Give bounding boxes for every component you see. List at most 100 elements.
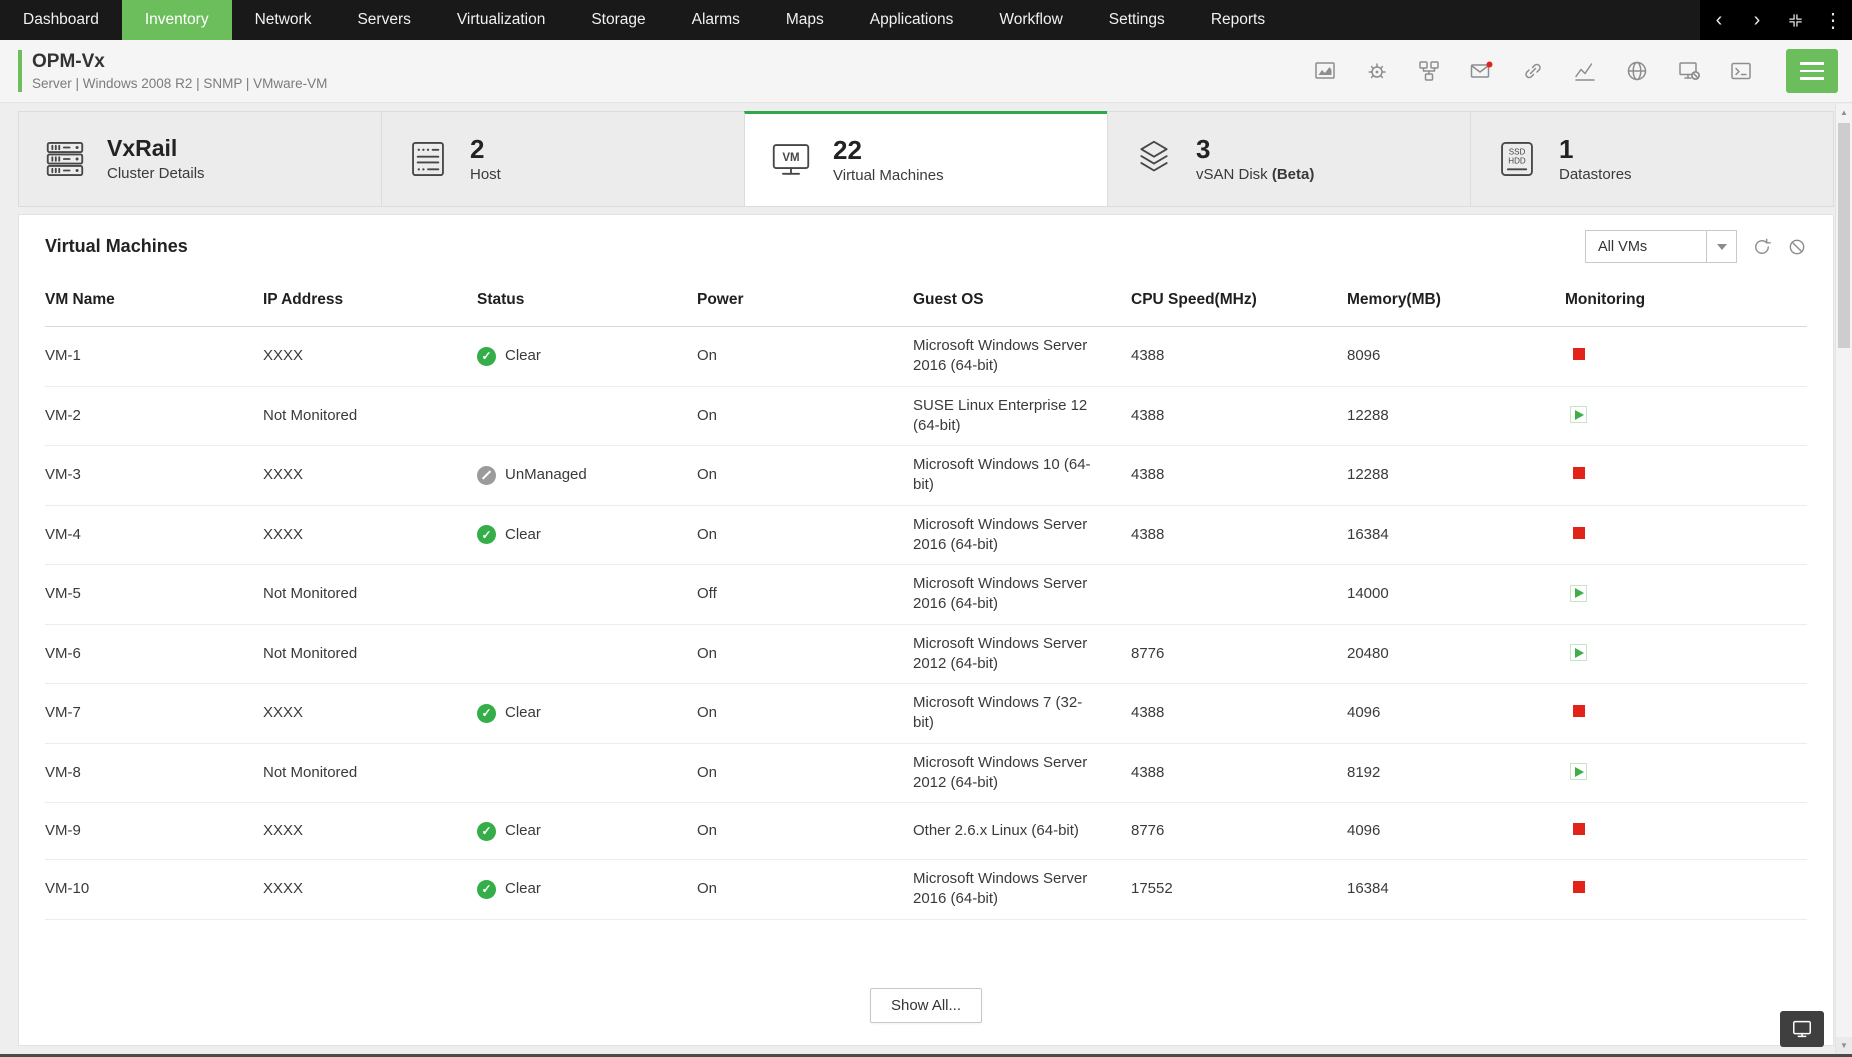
remote-screen-button[interactable]: [1780, 1011, 1824, 1047]
tab-vxrail-cluster[interactable]: VxRail Cluster Details: [18, 111, 382, 207]
status-label: Clear: [505, 346, 541, 366]
vm-cpu: 8776: [1131, 821, 1347, 841]
more-menu-button[interactable]: ⋮: [1814, 0, 1852, 40]
table-row: VM-9 XXXX Clear On Other 2.6.x Linux (64…: [45, 803, 1807, 860]
table-row: VM-2 Not Monitored On SUSE Linux Enterpr…: [45, 387, 1807, 447]
vm-guest-os: Microsoft Windows Server 2012 (64-bit): [913, 634, 1101, 675]
tab-host[interactable]: 2 Host: [381, 111, 745, 207]
header-icon-strip: [1312, 49, 1838, 93]
link-icon[interactable]: [1520, 59, 1545, 84]
vm-memory: 16384: [1347, 879, 1565, 899]
vm-cpu: 4388: [1131, 763, 1347, 783]
scroll-up-arrow[interactable]: ▲: [1836, 104, 1852, 121]
nav-item-inventory[interactable]: Inventory: [122, 0, 232, 40]
vm-ip: XXXX: [263, 346, 477, 366]
svg-text:VM: VM: [782, 152, 799, 164]
vm-table: VM Name IP Address Status Power Guest OS…: [45, 275, 1807, 920]
scroll-thumb[interactable]: [1838, 123, 1850, 348]
device-block-icon[interactable]: [1676, 59, 1701, 84]
console-icon[interactable]: [1728, 59, 1753, 84]
status-label: UnManaged: [505, 465, 587, 485]
vm-memory: 12288: [1347, 406, 1565, 426]
vm-cpu: 4388: [1131, 465, 1347, 485]
vm-status: Clear: [477, 346, 697, 366]
host-icon: [404, 136, 452, 182]
nav-next-button[interactable]: ›: [1738, 0, 1776, 40]
nav-item-reports[interactable]: Reports: [1188, 0, 1288, 40]
tab-count: 2: [470, 135, 501, 164]
nav-item-workflow[interactable]: Workflow: [976, 0, 1085, 40]
nav-item-dashboard[interactable]: Dashboard: [0, 0, 122, 40]
nav-item-applications[interactable]: Applications: [847, 0, 977, 40]
cluster-icon: [41, 136, 89, 182]
nav-item-virtualization[interactable]: Virtualization: [434, 0, 568, 40]
status-icon: [477, 704, 496, 723]
performance-graph-icon[interactable]: [1572, 59, 1597, 84]
vm-memory: 4096: [1347, 821, 1565, 841]
nav-prev-button[interactable]: ‹: [1700, 0, 1738, 40]
vm-name: VM-4: [45, 525, 263, 545]
status-icon: [477, 466, 496, 485]
nav-item-storage[interactable]: Storage: [568, 0, 668, 40]
show-all-button[interactable]: Show All...: [870, 988, 982, 1023]
hamburger-menu-button[interactable]: [1786, 49, 1838, 93]
vm-memory: 4096: [1347, 703, 1565, 723]
vm-filter-dropdown[interactable]: All VMs: [1585, 230, 1737, 263]
monitoring-toggle[interactable]: [1573, 823, 1585, 835]
vm-power: On: [697, 821, 913, 841]
vm-ip: XXXX: [263, 465, 477, 485]
monitoring-toggle[interactable]: [1570, 585, 1587, 602]
collapse-icon[interactable]: [1776, 0, 1814, 40]
monitoring-toggle[interactable]: [1573, 881, 1585, 893]
monitoring-toggle[interactable]: [1573, 527, 1585, 539]
vm-ip: XXXX: [263, 879, 477, 899]
nav-controls: ‹ › ⋮: [1700, 0, 1852, 40]
nav-item-network[interactable]: Network: [232, 0, 335, 40]
status-label: Clear: [505, 703, 541, 723]
refresh-icon[interactable]: [1752, 237, 1772, 257]
monitoring-toggle[interactable]: [1570, 763, 1587, 780]
nav-item-maps[interactable]: Maps: [763, 0, 847, 40]
vm-ip: XXXX: [263, 821, 477, 841]
monitoring-toggle[interactable]: [1570, 644, 1587, 661]
chevron-down-icon: [1706, 231, 1736, 262]
vm-ip: Not Monitored: [263, 406, 477, 426]
screen-icon: [1790, 1018, 1814, 1040]
tab-datastores[interactable]: SSD HDD 1 Datastores: [1470, 111, 1834, 207]
datastore-icon: SSD HDD: [1493, 136, 1541, 182]
nav-item-settings[interactable]: Settings: [1086, 0, 1188, 40]
unmonitor-icon[interactable]: [1787, 237, 1807, 257]
status-label: Clear: [505, 879, 541, 899]
tab-virtual-machines[interactable]: VM 22 Virtual Machines: [744, 111, 1108, 207]
scroll-down-arrow[interactable]: ▼: [1836, 1037, 1852, 1054]
virtual-machines-panel: Virtual Machines All VMs VM Name IP Addr…: [18, 214, 1834, 1046]
section-title: Virtual Machines: [45, 236, 188, 257]
vm-cpu: 4388: [1131, 703, 1347, 723]
mail-icon[interactable]: [1468, 59, 1493, 84]
globe-icon[interactable]: [1624, 59, 1649, 84]
vm-ip: Not Monitored: [263, 763, 477, 783]
monitoring-toggle[interactable]: [1573, 705, 1585, 717]
vm-guest-os: Microsoft Windows 7 (32-bit): [913, 693, 1101, 734]
table-row: VM-5 Not Monitored Off Microsoft Windows…: [45, 565, 1807, 625]
vsan-disk-icon: [1130, 136, 1178, 182]
status-icon: [477, 525, 496, 544]
monitoring-toggle[interactable]: [1570, 406, 1587, 423]
top-navbar: Dashboard Inventory Network Servers Virt…: [0, 0, 1852, 40]
inventory-tabs: VxRail Cluster Details 2 Host VM: [18, 111, 1834, 207]
availability-chart-icon[interactable]: [1312, 59, 1337, 84]
tab-label: Datastores: [1559, 166, 1632, 183]
column-header-power: Power: [697, 290, 913, 311]
alarm-icon[interactable]: [1364, 59, 1389, 84]
tab-vsan-disk[interactable]: 3 vSAN Disk (Beta): [1107, 111, 1471, 207]
topology-icon[interactable]: [1416, 59, 1441, 84]
nav-item-servers[interactable]: Servers: [334, 0, 433, 40]
vm-status: UnManaged: [477, 465, 697, 485]
content-area: VxRail Cluster Details 2 Host VM: [0, 103, 1852, 1054]
nav-item-alarms[interactable]: Alarms: [669, 0, 763, 40]
device-subtitle: Server | Windows 2008 R2 | SNMP | VMware…: [32, 76, 327, 91]
monitoring-toggle[interactable]: [1573, 467, 1585, 479]
monitoring-toggle[interactable]: [1573, 348, 1585, 360]
vm-ip: Not Monitored: [263, 644, 477, 664]
table-row: VM-1 XXXX Clear On Microsoft Windows Ser…: [45, 327, 1807, 387]
